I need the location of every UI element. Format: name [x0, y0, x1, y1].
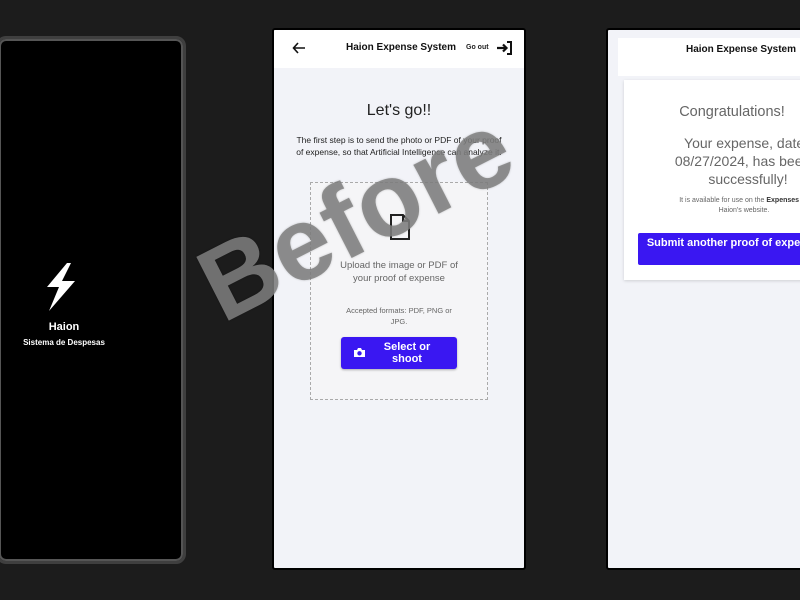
availability-note: It is available for use on the Expenses …	[634, 196, 800, 216]
app-name: Haion	[48, 321, 80, 333]
select-button-label: Select or shoot	[383, 341, 431, 365]
select-or-shoot-button[interactable]: Select or shoot	[341, 337, 457, 369]
accepted-formats: Accepted formats: PDF, PNG or JPG.	[346, 306, 452, 326]
app-subtitle: Sistema de Despesas	[23, 338, 105, 347]
splash-screen: Haion Sistema de Despesas	[0, 36, 186, 564]
success-screen: Haion Expense System Go Congratulations!…	[606, 28, 800, 570]
app-header: Haion Expense System Go	[618, 38, 800, 76]
success-message-line: 08/27/2024, has been s	[674, 153, 800, 169]
arrow-left-icon[interactable]	[292, 41, 306, 55]
note-text: Haion's website.	[718, 207, 770, 214]
success-card: Congratulations! Your expense, dated 08/…	[624, 80, 800, 280]
logout-arrow-icon[interactable]	[496, 41, 512, 55]
header-title: Haion Expense System	[345, 42, 457, 53]
camera-icon	[354, 348, 365, 357]
success-message-line: successfully!	[708, 171, 788, 187]
success-message-line: Your expense, dated	[684, 135, 800, 151]
submit-another-button[interactable]: Submit another proof of expense	[638, 233, 800, 265]
lightning-bolt-icon	[47, 263, 75, 311]
logout-button[interactable]: Go out	[466, 44, 489, 51]
expenses-page-link[interactable]: Expenses	[766, 197, 799, 204]
success-message: Your expense, dated 08/27/2024, has been…	[638, 134, 800, 188]
submit-another-label: Submit another proof of expense	[646, 237, 800, 249]
success-title: Congratulations!	[679, 104, 785, 120]
note-text: It is available for use on the	[679, 197, 767, 204]
app-header: Haion Expense System Go out	[274, 30, 524, 68]
header-title: Haion Expense System	[685, 44, 797, 55]
